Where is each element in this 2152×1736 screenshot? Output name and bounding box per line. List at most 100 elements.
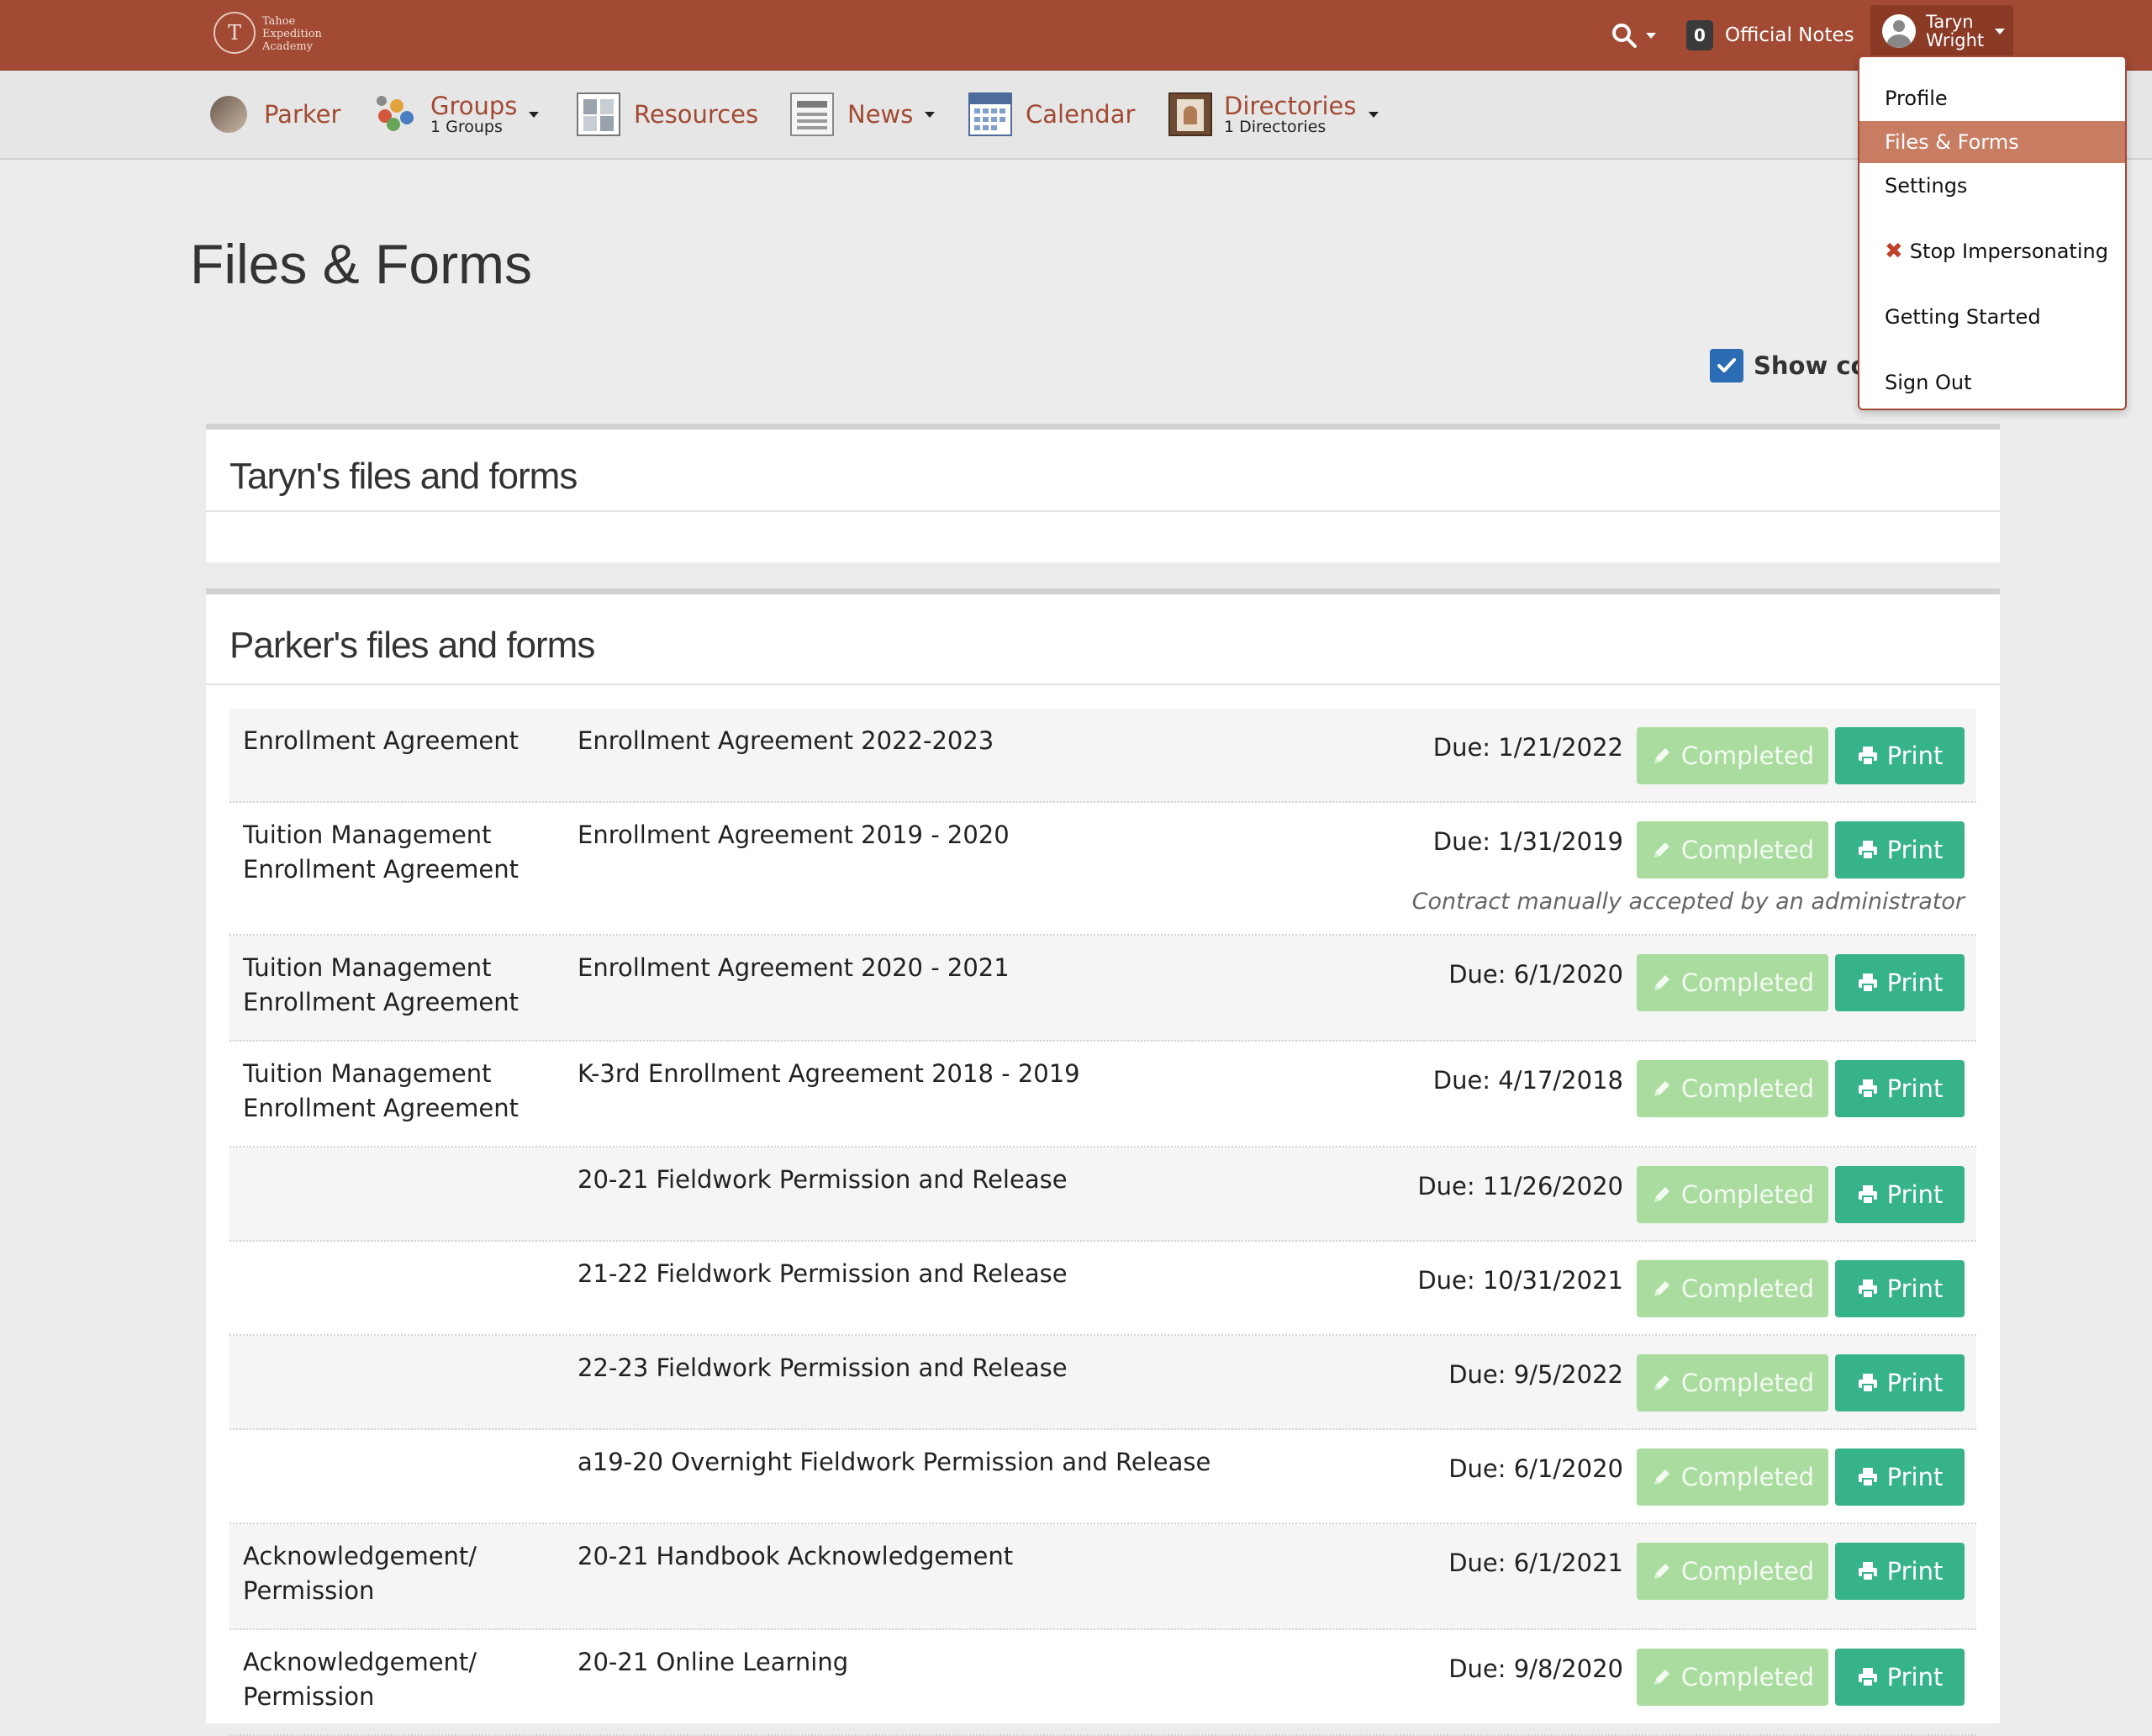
school-logo[interactable]: T Tahoe Expedition Academy — [214, 10, 331, 59]
table-row: 22-23 Fieldwork Permission and Release Du… — [229, 1336, 1976, 1430]
form-due-date: Due: 6/1/2021 — [1448, 1549, 1623, 1577]
print-button[interactable]: Print — [1835, 1060, 1965, 1117]
print-button[interactable]: Print — [1835, 1448, 1965, 1506]
form-category — [229, 1148, 564, 1240]
nav-calendar[interactable]: Calendar — [968, 91, 1135, 138]
print-button[interactable]: Print — [1835, 1649, 1965, 1706]
pencil-icon — [1654, 1281, 1669, 1296]
table-row: Tuition Management Enrollment Agreement E… — [229, 936, 1976, 1042]
pencil-icon — [1654, 1670, 1669, 1685]
completed-button[interactable]: Completed — [1637, 821, 1828, 879]
printer-icon — [1858, 1668, 1877, 1687]
form-category: Acknowledgement/ Permission — [229, 1524, 564, 1628]
form-category — [229, 1242, 564, 1334]
chevron-down-icon — [1646, 32, 1656, 39]
completed-button[interactable]: Completed — [1637, 1260, 1828, 1317]
completed-button[interactable]: Completed — [1637, 1354, 1828, 1411]
completed-button[interactable]: Completed — [1637, 954, 1828, 1011]
menu-item-stop-impersonating[interactable]: ✖ Stop Impersonating — [1859, 230, 2125, 272]
user-name: Taryn Wright — [1926, 12, 1985, 50]
form-due-date: Due: 1/21/2022 — [1432, 733, 1623, 762]
printer-icon — [1858, 747, 1877, 766]
form-due-date: Due: 6/1/2020 — [1448, 960, 1623, 989]
form-category: Acknowledgement/ Permission — [243, 1648, 477, 1711]
form-category: Tuition Management Enrollment Agreement — [243, 1059, 519, 1122]
completed-button[interactable]: Completed — [1637, 727, 1828, 784]
chevron-down-icon — [1995, 28, 2005, 34]
table-row: Acknowledgement/ Permission 20-21 Online … — [229, 1630, 1976, 1736]
nav-groups[interactable]: Groups 1 Groups — [375, 91, 540, 138]
nav-directories[interactable]: Directories 1 Directories — [1168, 91, 1379, 138]
form-category: Tuition Management Enrollment Agreement — [229, 936, 564, 1040]
form-category: Enrollment Agreement — [229, 709, 564, 801]
table-row: Enrollment Agreement Enrollment Agreement… — [229, 709, 1976, 803]
form-due-date: Due: 4/17/2018 — [1432, 1066, 1623, 1095]
menu-item-profile[interactable]: Profile — [1859, 77, 2125, 119]
nav-parker-label: Parker — [264, 100, 341, 129]
completed-button[interactable]: Completed — [1637, 1543, 1828, 1600]
calendar-icon — [968, 92, 1012, 136]
top-bar: T Tahoe Expedition Academy 0 Official No… — [0, 0, 2152, 71]
user-dropdown-menu: Profile Files & Forms Settings ✖ Stop Im… — [1858, 55, 2127, 410]
main-nav: Parker Groups 1 Groups Resources News Ca… — [0, 71, 2152, 160]
print-button[interactable]: Print — [1835, 954, 1965, 1011]
menu-item-files-forms[interactable]: Files & Forms — [1859, 121, 2125, 163]
form-note: Contract manually accepted by an adminis… — [1411, 889, 1965, 915]
form-name: Enrollment Agreement 2022-2023 — [578, 726, 994, 755]
table-row: Tuition Management Enrollment Agreement E… — [229, 803, 1976, 936]
completed-button[interactable]: Completed — [1637, 1448, 1828, 1506]
show-completed-checkbox[interactable] — [1710, 349, 1743, 383]
logo-text: Tahoe Expedition Academy — [262, 15, 322, 53]
chevron-down-icon — [529, 111, 540, 118]
completed-button[interactable]: Completed — [1637, 1060, 1828, 1117]
completed-button[interactable]: Completed — [1637, 1166, 1828, 1223]
pencil-icon — [1654, 748, 1669, 763]
print-button[interactable]: Print — [1835, 727, 1965, 784]
menu-item-settings[interactable]: Settings — [1859, 165, 2125, 207]
pencil-icon — [1654, 975, 1669, 990]
form-due-date: Due: 11/26/2020 — [1417, 1172, 1623, 1200]
parker-forms-panel: Parker's files and forms Enrollment Agre… — [206, 588, 2000, 1736]
table-row: a19-20 Overnight Fieldwork Permission an… — [229, 1430, 1976, 1524]
nav-resources[interactable]: Resources — [577, 91, 758, 138]
show-completed-toggle[interactable]: Show completed — [1710, 346, 1858, 385]
print-button[interactable]: Print — [1835, 1260, 1965, 1317]
nav-groups-label: Groups — [430, 92, 518, 120]
form-due-date: Due: 9/5/2022 — [1448, 1360, 1623, 1389]
print-button[interactable]: Print — [1835, 1543, 1965, 1600]
print-button[interactable]: Print — [1835, 821, 1965, 879]
search-icon — [1612, 24, 1637, 48]
pencil-icon — [1654, 1375, 1669, 1390]
pencil-icon — [1654, 1470, 1669, 1485]
official-notes-label: Official Notes — [1725, 24, 1854, 46]
completed-button[interactable]: Completed — [1637, 1649, 1828, 1706]
print-button[interactable]: Print — [1835, 1354, 1965, 1411]
pencil-icon — [1654, 1187, 1669, 1202]
nav-groups-count: 1 Groups — [430, 118, 503, 136]
official-notes-link[interactable]: 0 Official Notes — [1686, 18, 1854, 52]
nav-news[interactable]: News — [790, 91, 936, 138]
table-row: Acknowledgement/ Permission 20-21 Handboo… — [229, 1524, 1976, 1630]
page-title: Files & Forms — [190, 233, 533, 295]
notes-count-badge: 0 — [1686, 20, 1713, 50]
user-menu-button[interactable]: Taryn Wright — [1870, 5, 2013, 57]
printer-icon — [1858, 1374, 1877, 1393]
print-button[interactable]: Print — [1835, 1166, 1965, 1223]
menu-item-sign-out[interactable]: Sign Out — [1859, 361, 2125, 404]
forms-list: Enrollment Agreement Enrollment Agreement… — [229, 709, 1976, 1736]
nav-parker[interactable]: Parker — [210, 91, 340, 138]
chevron-down-icon — [1368, 111, 1379, 118]
menu-item-getting-started[interactable]: Getting Started — [1859, 296, 2125, 338]
printer-icon — [1858, 1185, 1877, 1205]
form-due-date: Due: 6/1/2020 — [1448, 1454, 1623, 1483]
search-menu-button[interactable] — [1611, 18, 1661, 52]
form-name: 20-21 Online Learning — [578, 1648, 849, 1676]
pencil-icon — [1654, 1081, 1669, 1096]
nav-news-label: News — [847, 100, 914, 129]
x-icon: ✖ — [1885, 239, 1903, 264]
form-due-date: Due: 10/31/2021 — [1417, 1266, 1623, 1295]
show-completed-label: Show completed — [1754, 351, 1858, 380]
printer-icon — [1858, 1280, 1877, 1299]
form-due-date: Due: 1/31/2019 — [1432, 827, 1623, 856]
table-row: 21-22 Fieldwork Permission and Release Du… — [229, 1242, 1976, 1336]
